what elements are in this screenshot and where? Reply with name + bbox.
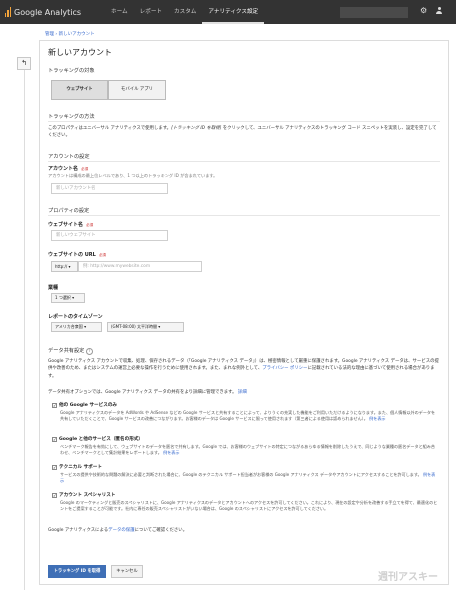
account-name-label: アカウント名 必須 bbox=[48, 166, 89, 172]
account-name-help: アカウントは構成の最上位レベルであり、1 つ以上のトラッキング ID が含まれて… bbox=[48, 173, 218, 178]
privacy-policy-link[interactable]: プライバシー ポリシー bbox=[262, 366, 307, 371]
breadcrumb[interactable]: 管理 › 新しいアカウント bbox=[45, 31, 95, 37]
watermark: 週刊アスキー bbox=[378, 572, 438, 583]
sharing-option-google-products[interactable]: ✓ 他の Google サービスのみ bbox=[52, 402, 117, 408]
data-protection-text: Google アナリティクスによるデータの保護についてご確認ください。 bbox=[48, 528, 188, 533]
checkbox[interactable]: ✓ bbox=[52, 436, 57, 442]
tab-custom[interactable]: カスタム bbox=[168, 0, 202, 24]
option-mobile-app-button[interactable]: モバイル アプリ bbox=[108, 80, 166, 100]
back-arrow-icon[interactable]: ↰ bbox=[17, 57, 31, 70]
data-protection-link[interactable]: データの保護 bbox=[108, 528, 134, 533]
divider bbox=[48, 215, 440, 216]
account-selector-blurred[interactable] bbox=[340, 7, 408, 18]
gear-icon[interactable]: ⚙ bbox=[420, 6, 427, 15]
sharing-option-desc: ベンチマーク報告を有効にして、ウェブサイトのデータを匿名で共有します。Googl… bbox=[60, 444, 435, 456]
learn-more-link[interactable]: 詳細 bbox=[238, 390, 247, 395]
industry-label: 業種 bbox=[48, 285, 59, 291]
sharing-option-benchmarking[interactable]: ✓ Google と他のサービス（匿名の形式） bbox=[52, 436, 143, 442]
divider bbox=[48, 161, 440, 162]
checkbox[interactable]: ✓ bbox=[52, 402, 57, 408]
data-sharing-heading: データ共有設定 ? bbox=[48, 347, 93, 355]
show-example-link[interactable]: 例を表示 bbox=[369, 416, 385, 421]
country-dropdown[interactable]: アメリカ合衆国 ▾ bbox=[51, 322, 102, 332]
page-title: 新しいアカウント bbox=[48, 48, 112, 57]
site-name-label: ウェブサイト名 必須 bbox=[48, 222, 94, 228]
checkbox[interactable]: ✓ bbox=[52, 464, 57, 470]
sharing-option-desc: Google のマーケティングと販売のスペシャリストに、Google アナリティ… bbox=[60, 500, 438, 512]
tracking-method-text: このプロパティはユニバーサル アナリティクスで使用します。[トラッキング ID … bbox=[48, 126, 437, 139]
sharing-option-account-specialists[interactable]: ✓ アカウント スペシャリスト bbox=[52, 492, 115, 498]
main-nav: ホーム レポート カスタム アナリティクス設定 bbox=[105, 0, 265, 24]
get-tracking-id-button[interactable]: トラッキング ID を取得 bbox=[48, 565, 106, 578]
user-icon[interactable] bbox=[436, 7, 442, 14]
help-icon[interactable]: ? bbox=[85, 348, 93, 355]
show-example-link[interactable]: 例を表示 bbox=[163, 450, 179, 455]
account-name-input[interactable]: 新しいアカウント名 bbox=[51, 183, 168, 194]
site-url-input[interactable]: 例: http://www.mywebsite.com bbox=[78, 261, 202, 272]
property-settings-heading: プロパティの設定 bbox=[48, 208, 90, 214]
protocol-dropdown[interactable]: http:// ▾ bbox=[51, 261, 78, 272]
cancel-button[interactable]: キャンセル bbox=[111, 565, 143, 578]
sharing-option-desc: サービスの提供や技術的な問題の解決に必要と判断された場合に、Google のテク… bbox=[60, 472, 436, 484]
tab-reports[interactable]: レポート bbox=[134, 0, 168, 24]
industry-dropdown[interactable]: 1 つ選択 ▾ bbox=[51, 293, 85, 303]
timezone-label: レポートのタイムゾーン bbox=[48, 314, 103, 320]
option-website-button[interactable]: ウェブサイト bbox=[51, 80, 108, 100]
data-sharing-intro: Google アナリティクス アカウントで収集、処理、保存されるデータ（「Goo… bbox=[48, 359, 439, 379]
tab-admin[interactable]: アナリティクス設定 bbox=[202, 0, 265, 24]
tab-home[interactable]: ホーム bbox=[105, 0, 134, 24]
tracking-method-heading: トラッキングの方法 bbox=[48, 114, 95, 120]
google-analytics-logo[interactable]: Google Analytics bbox=[5, 5, 81, 19]
checkbox[interactable]: ✓ bbox=[52, 492, 57, 498]
top-bar: Google Analytics ホーム レポート カスタム アナリティクス設定… bbox=[0, 0, 456, 24]
site-name-input[interactable]: 新しいウェブサイト bbox=[51, 230, 168, 241]
app-name: Google Analytics bbox=[14, 7, 82, 17]
site-url-label: ウェブサイトの URL 必須 bbox=[48, 252, 107, 258]
data-sharing-options-text: データ共有オプションでは、Google アナリティクス データの共有をより詳細に… bbox=[48, 390, 247, 395]
sharing-option-desc: Google アナリティクスのデータを AdWords や AdSense など… bbox=[60, 410, 436, 422]
divider bbox=[48, 121, 440, 122]
account-settings-heading: アカウントの設定 bbox=[48, 154, 90, 160]
analytics-logo-icon bbox=[5, 7, 11, 17]
tracking-target-heading: トラッキングの対象 bbox=[48, 68, 95, 74]
timezone-dropdown[interactable]: (GMT-08:00) 太平洋時間 ▾ bbox=[107, 322, 184, 332]
sharing-option-technical-support[interactable]: ✓ テクニカル サポート bbox=[52, 464, 102, 470]
sidebar-divider bbox=[24, 70, 25, 590]
